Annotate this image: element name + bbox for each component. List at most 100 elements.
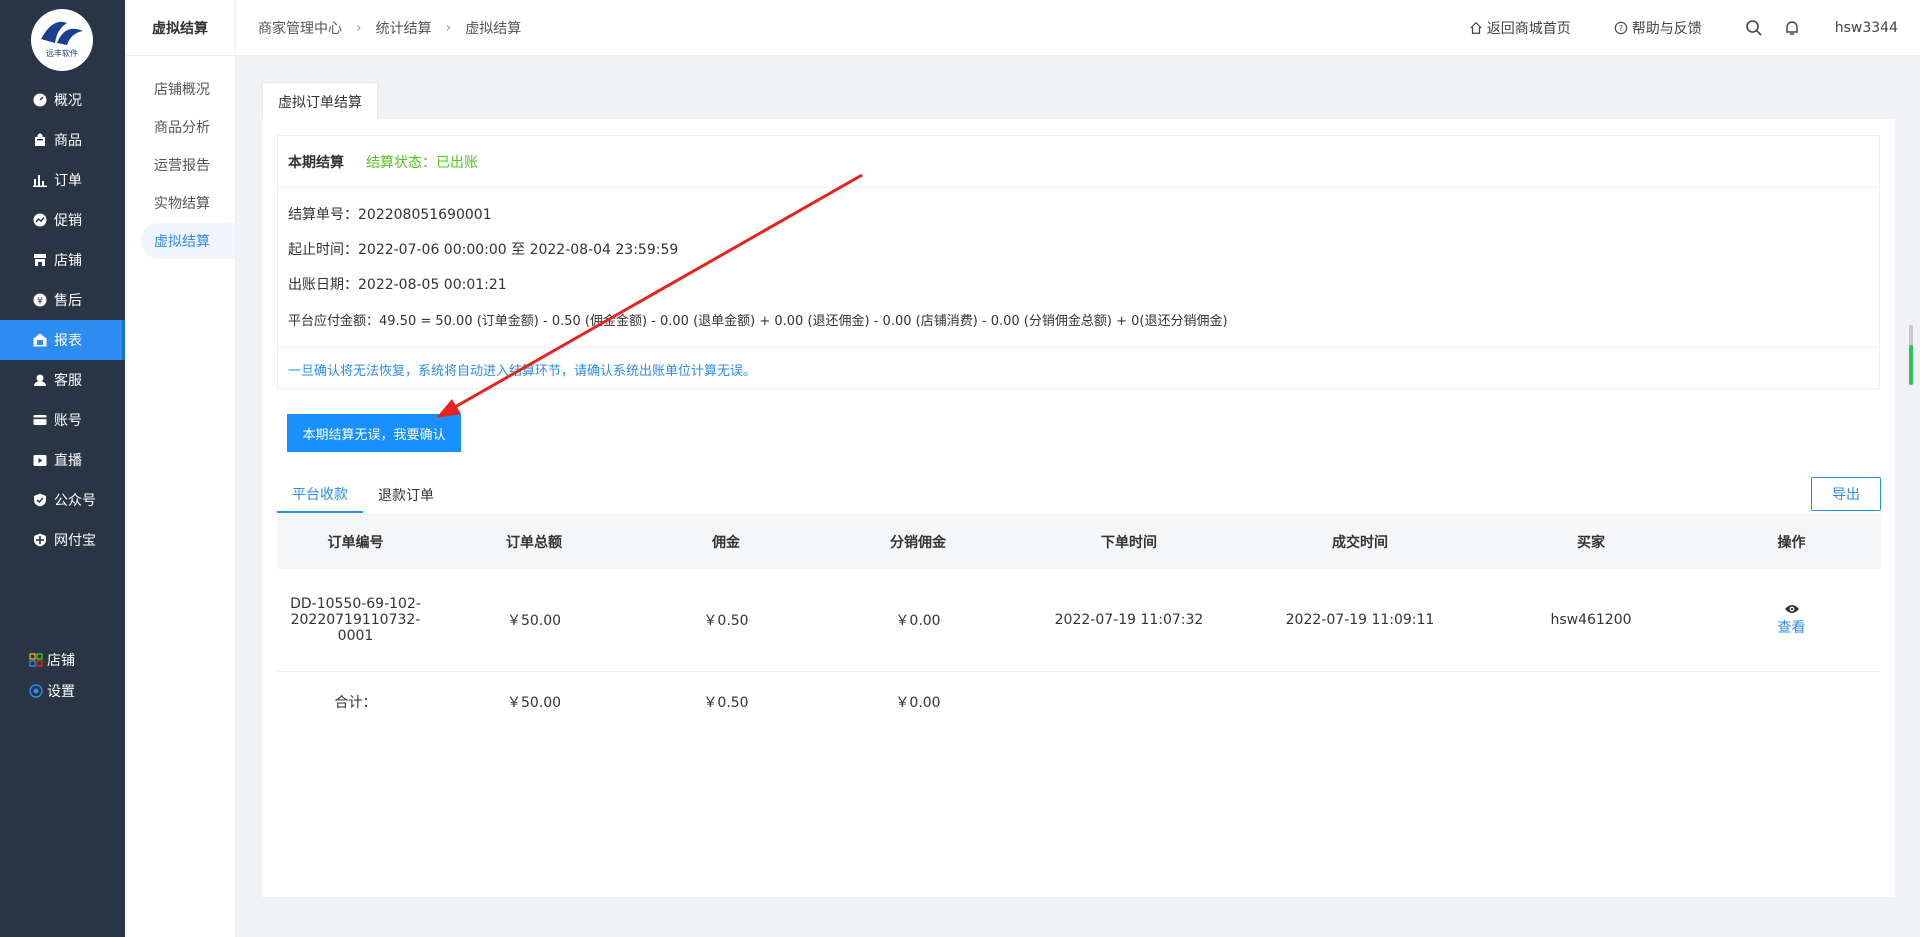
table-summary-row: 合计： ￥50.00 ￥0.50 ￥0.00: [277, 671, 1881, 732]
sidebar-item-9[interactable]: 直播: [0, 440, 125, 480]
main-panel: 本期结算 结算状态：已出账 结算单号：202208051690001 起止时间：…: [262, 119, 1895, 897]
sidebar-item-label: 公众号: [54, 493, 96, 509]
buyer-cell: hsw461200: [1480, 569, 1702, 672]
col-dist-commission: 分销佣金: [818, 514, 1018, 569]
settlement-notice: 一旦确认将无法恢复，系统将自动进入结算环节，请确认系统出账单位计算无误。: [278, 347, 1879, 390]
sidebar-item-label: 报表: [54, 333, 82, 349]
settlement-number: 结算单号：202208051690001: [288, 207, 492, 223]
shield-icon: [33, 533, 47, 547]
order-total-cell: ￥50.00: [434, 569, 634, 672]
settlement-title: 本期结算: [288, 154, 344, 171]
help-link[interactable]: ? 帮助与反馈: [1614, 18, 1702, 38]
sidebar-item-label: 客服: [54, 373, 82, 389]
settlement-table: 订单编号 订单总额 佣金 分销佣金 下单时间 成交时间 买家 操作 DD-105…: [277, 514, 1881, 732]
report-icon: [33, 333, 47, 347]
subnav-item-1[interactable]: 商品分析: [125, 109, 235, 145]
sub-sidebar-title: 虚拟结算: [125, 0, 235, 56]
subnav-item-4[interactable]: 虚拟结算: [141, 223, 235, 259]
sidebar-item-7[interactable]: 客服: [0, 360, 125, 400]
settlement-info-header: 本期结算 结算状态：已出账: [278, 136, 1879, 188]
sidebar-item-0[interactable]: 概况: [0, 80, 125, 120]
sidebar-item-1[interactable]: 商品: [0, 120, 125, 160]
sidebar-bottom-label: 设置: [47, 683, 75, 700]
sidebar-item-11[interactable]: 网付宝: [0, 520, 125, 560]
summary-total: ￥50.00: [506, 694, 562, 711]
page-scrollbar-thumb[interactable]: [1909, 345, 1913, 385]
settlement-formula: 平台应付金额：49.50 = 50.00 (订单金额) - 0.50 (佣金金额…: [288, 314, 1228, 329]
subnav-item-3[interactable]: 实物结算: [125, 185, 235, 221]
breadcrumb-item-virtual: 虚拟结算: [465, 20, 522, 37]
sidebar-bottom-nav: 店铺 设置: [0, 644, 125, 706]
sidebar-item-label: 账号: [54, 413, 82, 429]
order-no-line: 0001: [337, 627, 374, 644]
settlement-period: 起止时间：2022-07-06 00:00:00 至 2022-08-04 23…: [288, 242, 679, 258]
action-cell: 查看: [1702, 569, 1881, 672]
help-link-label: 帮助与反馈: [1631, 21, 1702, 37]
live-icon: [33, 453, 47, 467]
sidebar-item-label: 售后: [54, 293, 82, 309]
sidebar-item-3[interactable]: 促销: [0, 200, 125, 240]
sub-sidebar: 虚拟结算 店铺概况 商品分析 运营报告 实物结算 虚拟结算: [125, 0, 236, 937]
bag-icon: [33, 133, 47, 147]
sidebar-bottom-label: 店铺: [47, 652, 75, 669]
tab-platform-receipts[interactable]: 平台收款: [277, 477, 363, 513]
sidebar-item-4[interactable]: 店铺: [0, 240, 125, 280]
svg-text:¥: ¥: [37, 297, 43, 307]
subnav-item-2[interactable]: 运营报告: [125, 147, 235, 183]
logo-text: 远丰软件: [46, 48, 78, 58]
view-label: 查看: [1777, 619, 1806, 636]
username[interactable]: hsw3344: [1835, 20, 1898, 36]
settlement-info-box: 本期结算 结算状态：已出账 结算单号：202208051690001 起止时间：…: [277, 135, 1880, 389]
sidebar-bottom-item-1[interactable]: 设置: [0, 675, 125, 706]
settings-icon: [29, 683, 47, 698]
view-button[interactable]: 查看: [1778, 603, 1806, 637]
home-link[interactable]: 返回商城首页: [1469, 18, 1571, 38]
breadcrumb-item-stats[interactable]: 统计结算: [376, 18, 432, 38]
deal-time-cell: 2022-07-19 11:09:11: [1240, 569, 1480, 672]
summary-dist-commission: ￥0.00: [895, 694, 941, 711]
sidebar-nav: 概况商品订单促销 店铺 ¥ 售后报表客服账号直播公众号网付宝: [0, 80, 125, 560]
sidebar-item-10[interactable]: 公众号: [0, 480, 125, 520]
aftersale-icon: ¥: [33, 293, 47, 307]
col-buyer: 买家: [1480, 514, 1702, 569]
sidebar-item-label: 订单: [54, 173, 82, 189]
summary-label: 合计：: [334, 694, 377, 711]
home-link-label: 返回商城首页: [1486, 21, 1571, 37]
breadcrumb-item-merchant[interactable]: 商家管理中心: [258, 18, 342, 38]
sub-sidebar-list: 店铺概况 商品分析 运营报告 实物结算 虚拟结算: [125, 56, 235, 259]
breadcrumb: 商家管理中心 › 统计结算 › 虚拟结算: [258, 18, 521, 38]
order-no-line: 20220719110732-: [290, 611, 421, 628]
dashboard-icon: [33, 93, 47, 107]
sidebar-bottom-item-0[interactable]: 店铺: [0, 644, 125, 675]
home-icon: [1470, 21, 1482, 34]
main-sidebar: 远丰软件 概况 商品 订单 促销 店铺 ¥ 售后 报表 客服 账号 直播 公众号 网付宝 店铺 设置: [0, 0, 125, 937]
tab-virtual-order-settlement[interactable]: 虚拟订单结算: [262, 82, 378, 120]
company-logo[interactable]: 远丰软件: [31, 9, 93, 71]
order-time-cell: 2022-07-19 11:07:32: [1018, 569, 1240, 672]
help-icon: ?: [1614, 21, 1628, 35]
sidebar-item-2[interactable]: 订单: [0, 160, 125, 200]
sidebar-item-8[interactable]: 账号: [0, 400, 125, 440]
sidebar-item-label: 商品: [54, 133, 82, 149]
header-actions: 返回商城首页 ? 帮助与反馈 hsw3344: [1469, 0, 1920, 56]
search-icon[interactable]: [1745, 19, 1763, 37]
subnav-item-0[interactable]: 店铺概况: [125, 71, 235, 107]
col-action: 操作: [1702, 514, 1881, 569]
sidebar-item-5[interactable]: ¥ 售后: [0, 280, 125, 320]
sidebar-item-label: 概况: [54, 93, 82, 109]
chevron-right-icon: ›: [356, 19, 362, 36]
col-commission: 佣金: [634, 514, 818, 569]
export-button[interactable]: 导出: [1811, 477, 1881, 511]
sidebar-item-6[interactable]: 报表: [0, 320, 125, 360]
settlement-bill-date: 出账日期：2022-08-05 00:01:21: [288, 277, 507, 293]
promo-icon: [33, 213, 47, 227]
tab-refund-orders[interactable]: 退款订单: [363, 477, 449, 513]
store-icon: [33, 253, 47, 267]
table-row: DD-10550-69-102- 20220719110732- 0001 ￥5…: [277, 569, 1881, 672]
chevron-right-icon: ›: [445, 19, 452, 36]
order-no-cell: DD-10550-69-102- 20220719110732- 0001: [277, 569, 434, 672]
settlement-status: 结算状态：已出账: [366, 154, 478, 171]
col-order-no: 订单编号: [277, 514, 434, 569]
confirm-settlement-button[interactable]: 本期结算无误，我要确认: [287, 414, 461, 452]
bell-icon[interactable]: [1783, 19, 1801, 37]
